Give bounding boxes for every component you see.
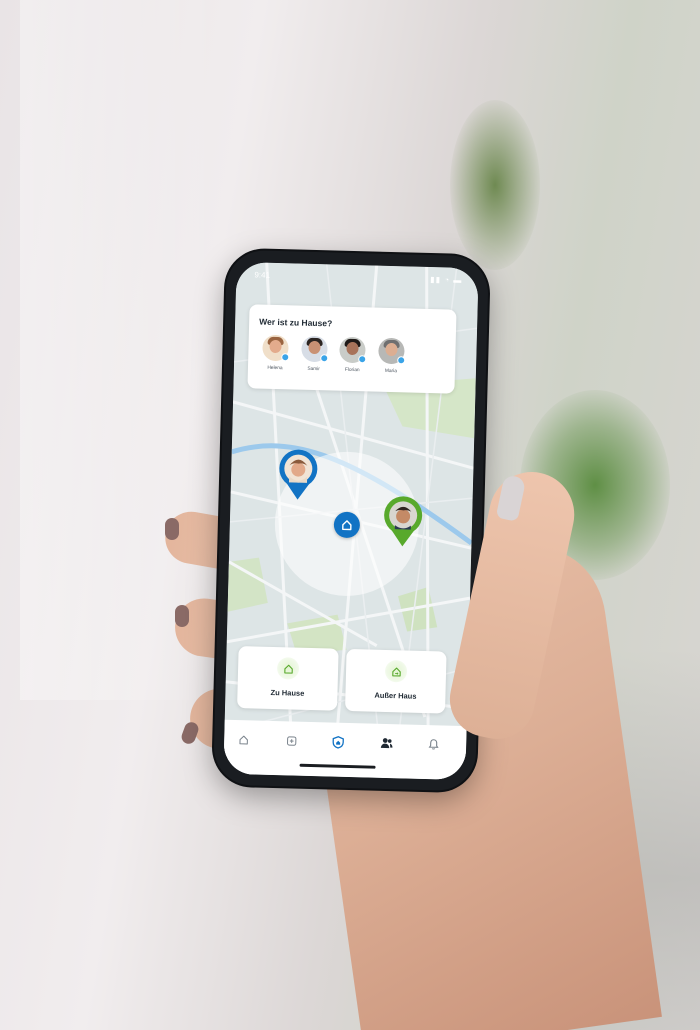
phone-screen: 9:41 ▮▮ ◔ ▬ Wer ist zu Hause? Helena Sam…	[223, 261, 479, 781]
avatar	[300, 335, 328, 363]
member-name: Samir	[307, 366, 320, 373]
home-tab-icon[interactable]	[232, 730, 254, 749]
away-button[interactable]: Außer Haus	[345, 648, 447, 714]
shield-tab-icon[interactable]	[327, 732, 349, 751]
home-indicator[interactable]	[299, 763, 376, 769]
member-samir[interactable]: Samir	[297, 335, 332, 373]
bell-tab-icon[interactable]	[422, 735, 444, 754]
member-florian[interactable]: Florian	[335, 336, 370, 374]
member-name: Helena	[267, 365, 283, 372]
away-label: Außer Haus	[374, 690, 417, 701]
member-name: Florian	[344, 367, 360, 374]
status-time: 9:41	[254, 270, 271, 280]
avatar	[378, 337, 406, 365]
plus-tab-icon[interactable]	[280, 731, 302, 750]
tab-bar	[223, 719, 467, 781]
presence-card-title: Wer ist zu Hause?	[259, 316, 333, 329]
at-home-button[interactable]: Zu Hause	[237, 646, 339, 711]
background-window-frame	[20, 0, 220, 700]
people-tab-icon[interactable]	[375, 734, 397, 753]
online-status-icon	[358, 355, 367, 364]
avatar	[339, 336, 367, 364]
presence-card: Wer ist zu Hause? Helena Samir Florian M…	[247, 304, 457, 394]
home-icon	[276, 657, 300, 680]
member-maria[interactable]: Maria	[374, 337, 409, 375]
at-home-label: Zu Hause	[270, 687, 305, 698]
fingernail	[175, 605, 189, 627]
online-status-icon	[397, 356, 406, 365]
member-list: Helena Samir Florian Maria	[258, 334, 409, 375]
fingernail	[179, 720, 201, 746]
member-helena[interactable]: Helena	[258, 334, 293, 372]
signal-battery-icon: ▮▮ ◔ ▬	[430, 274, 463, 285]
online-status-icon	[319, 354, 328, 363]
online-status-icon	[281, 353, 290, 362]
smartphone: 9:41 ▮▮ ◔ ▬ Wer ist zu Hause? Helena Sam…	[213, 249, 489, 792]
fingernail	[165, 518, 179, 540]
member-name: Maria	[384, 368, 397, 375]
away-home-icon	[384, 659, 408, 683]
background-plant	[450, 100, 540, 270]
avatar	[262, 334, 290, 362]
